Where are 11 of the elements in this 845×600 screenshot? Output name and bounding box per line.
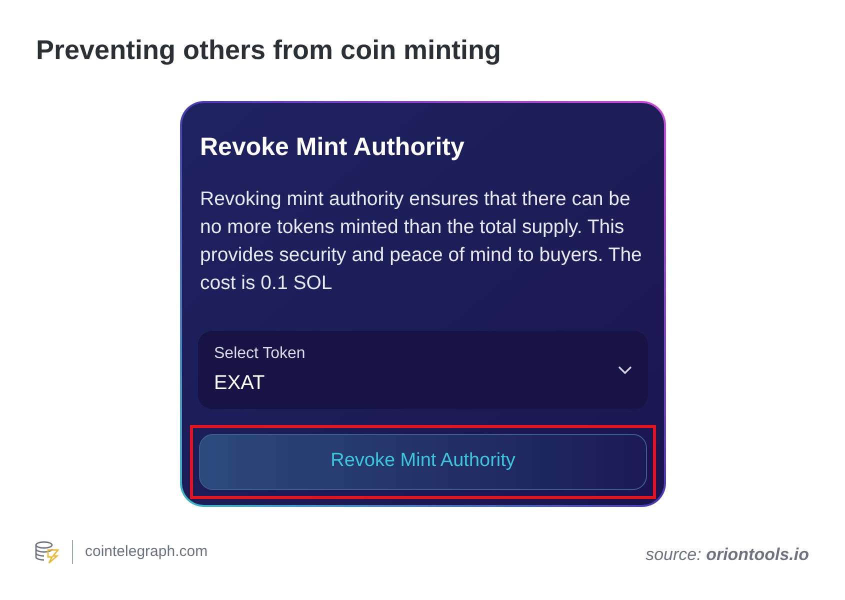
token-select[interactable]: Select Token EXAT [198,330,648,408]
revoke-button[interactable]: Revoke Mint Authority [199,434,647,490]
coin-stack-icon [34,540,60,564]
card-title: Revoke Mint Authority [200,132,466,163]
description-text: Revoking mint authority ensures that there can be no more tokens minted than the total supply. This provides security and peace of mind to buyers. The cost is 0.1 SOL [200,186,643,296]
page-heading: Preventing others from coin minting [36,34,502,67]
source-credit: source: oriontools.io [646,544,809,566]
select-value: EXAT [214,370,266,396]
select-label: Select Token [214,344,306,364]
chevron-down-icon [618,366,632,374]
site-name: cointelegraph.com [85,542,208,562]
